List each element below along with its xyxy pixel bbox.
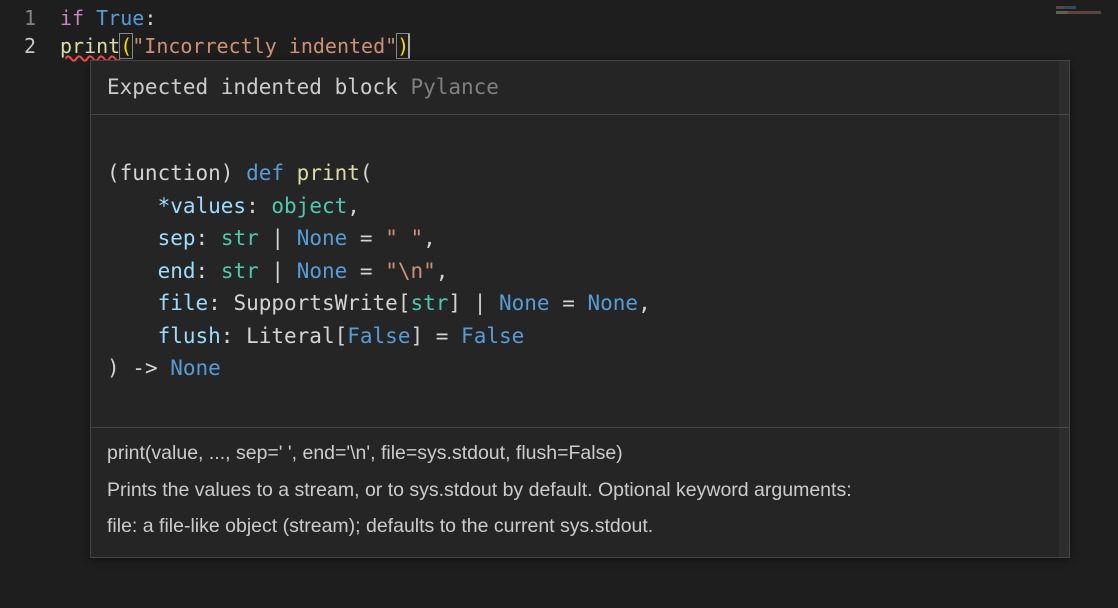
string-literal: "Incorrectly indented": [132, 34, 397, 58]
comma: ,: [347, 194, 360, 218]
colon: :: [144, 6, 156, 30]
space: [84, 6, 96, 30]
param-type: str: [410, 291, 448, 315]
minimap[interactable]: [1056, 6, 1112, 20]
minimap-line: [1056, 11, 1112, 14]
none: None: [499, 291, 550, 315]
text-cursor: [408, 34, 410, 58]
keyword-def: def: [246, 161, 284, 185]
function-call-print: print: [60, 34, 120, 58]
return-type: None: [170, 356, 221, 380]
line-number: 2: [0, 32, 36, 60]
param-type: object: [271, 194, 347, 218]
code-editor[interactable]: 1 2 if True: print("Incorrectly indented…: [0, 0, 1118, 60]
comma: ,: [423, 226, 436, 250]
doc-description: Prints the values to a stream, or to sys…: [107, 475, 1053, 505]
sig-prefix: (function): [107, 161, 246, 185]
hover-tooltip[interactable]: Expected indented block Pylance (functio…: [90, 60, 1070, 558]
doc-file-line: file: a file-like object (stream); defau…: [107, 511, 1053, 541]
minimap-line: [1056, 6, 1112, 9]
default: None: [588, 291, 639, 315]
comma: ,: [638, 291, 651, 315]
comma: ,: [436, 259, 449, 283]
code-line[interactable]: if True:: [60, 4, 1118, 32]
hover-error-section: Expected indented block Pylance: [91, 61, 1069, 114]
code-area[interactable]: if True: print("Incorrectly indented"): [60, 4, 1118, 60]
sig-close: ): [107, 356, 120, 380]
param-end: end: [158, 259, 196, 283]
sig-open: (: [360, 161, 373, 185]
default: "\n": [385, 259, 436, 283]
hover-signature-section: (function) def print( *values: object, s…: [91, 114, 1069, 428]
code-line[interactable]: print("Incorrectly indented"): [60, 32, 1118, 60]
constant-true: True: [96, 6, 144, 30]
param-file: file: [158, 291, 209, 315]
default: " ": [385, 226, 423, 250]
error-message: Expected indented block: [107, 75, 398, 99]
param-type: str: [221, 259, 259, 283]
hover-doc-section: print(value, ..., sep=' ', end='\n', fil…: [91, 427, 1069, 557]
none: None: [297, 226, 348, 250]
default: False: [461, 324, 524, 348]
none: None: [297, 259, 348, 283]
gutter: 1 2: [0, 4, 60, 60]
sig-name: print: [297, 161, 360, 185]
param-type: str: [221, 226, 259, 250]
false: False: [347, 324, 410, 348]
error-source: Pylance: [410, 75, 499, 99]
doc-usage: print(value, ..., sep=' ', end='\n', fil…: [107, 438, 1053, 468]
param-sep: sep: [158, 226, 196, 250]
param-values: *values: [158, 194, 247, 218]
param-flush: flush: [158, 324, 221, 348]
line-number: 1: [0, 4, 36, 32]
hover-scrollbar[interactable]: [1059, 61, 1069, 557]
keyword-if: if: [60, 6, 84, 30]
